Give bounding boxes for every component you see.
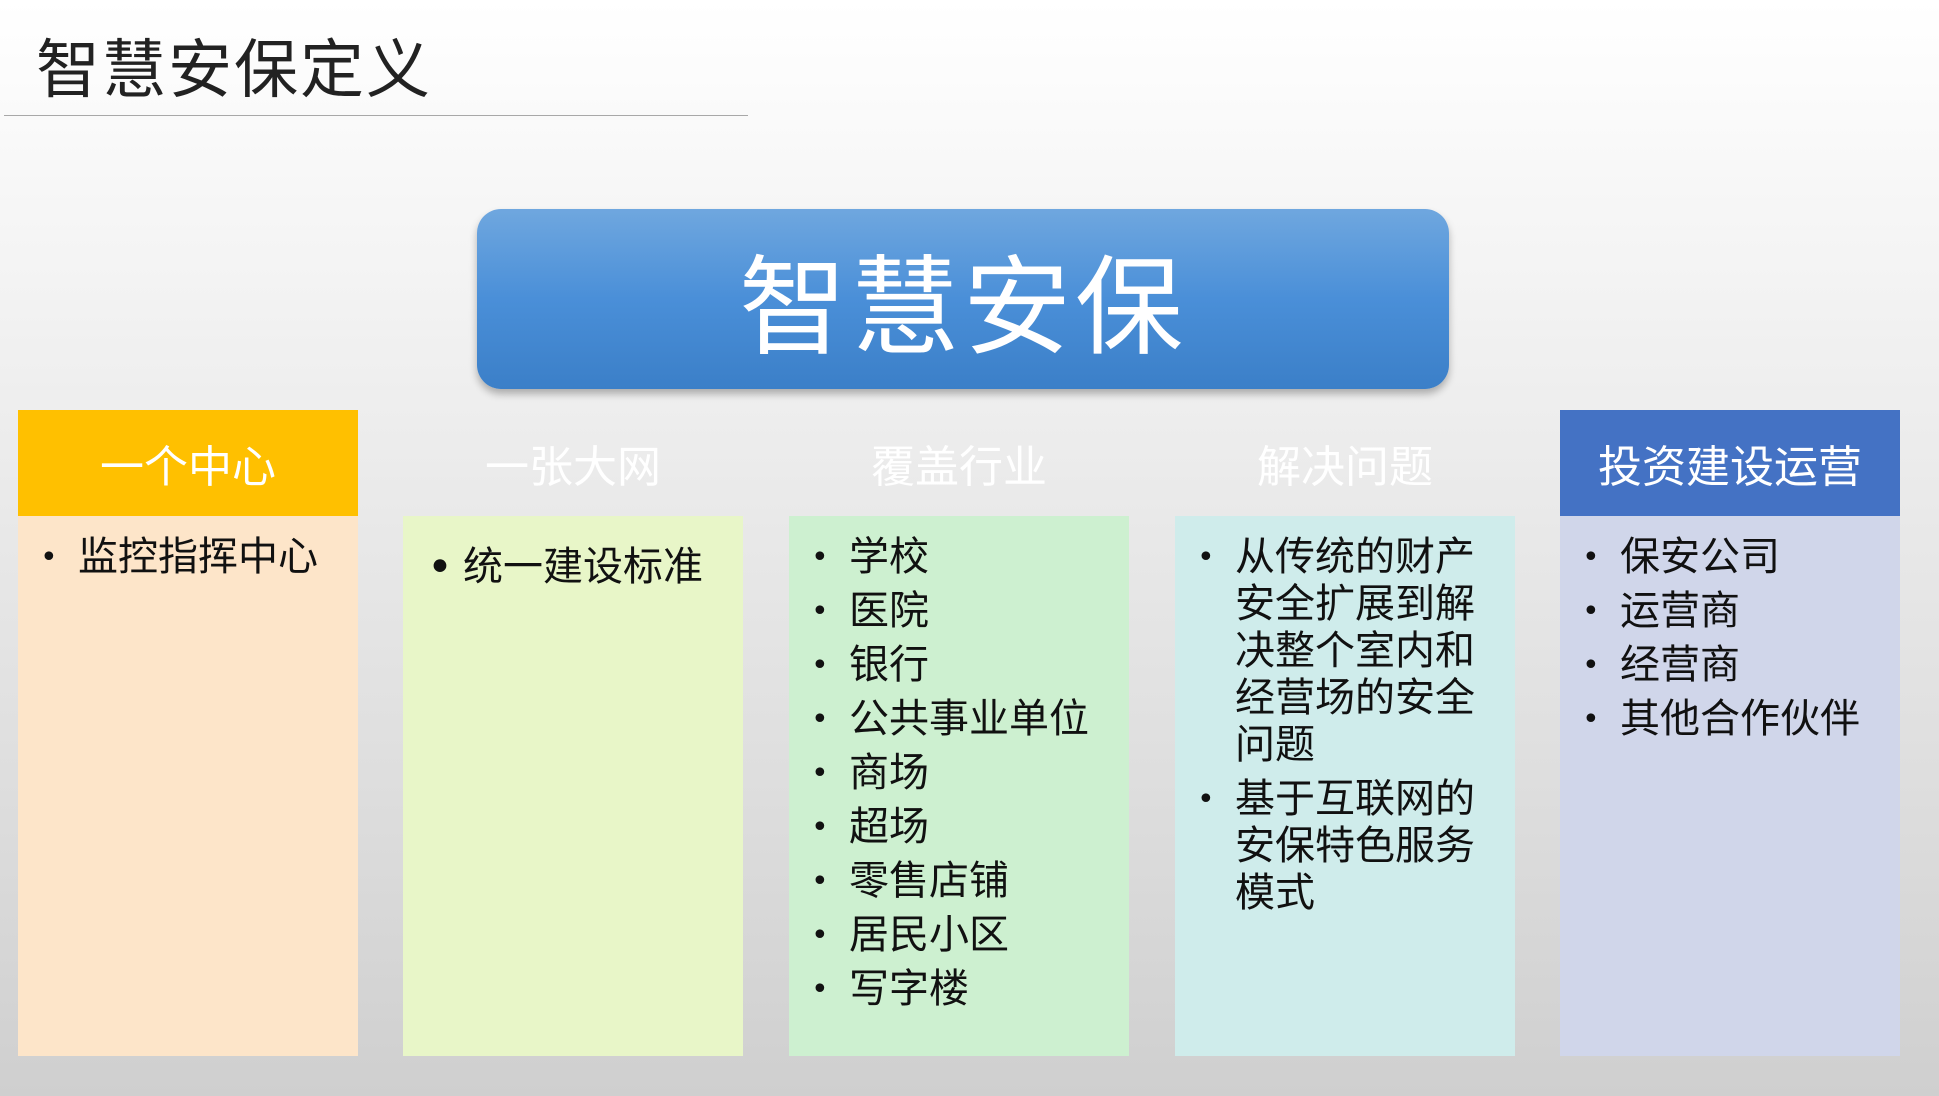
- column-list: 统一建设标准: [421, 544, 733, 591]
- column-investment-operation: 投资建设运营 保安公司 运营商 经营商 其他合作伙伴: [1560, 410, 1900, 1056]
- column-one-center: 一个中心 监控指挥中心: [18, 410, 358, 1056]
- list-item: 超场: [807, 804, 1119, 851]
- list-item: 银行: [807, 642, 1119, 689]
- list-item: 零售店铺: [807, 858, 1119, 905]
- column-header: 覆盖行业: [871, 442, 1047, 493]
- list-item: 写字楼: [807, 966, 1119, 1013]
- list-item: 其他合作伙伴: [1578, 696, 1890, 743]
- column-problems-solved: 解决问题 从传统的财产安全扩展到解决整个室内和经营场的安全问题 基于互联网的安保…: [1175, 410, 1515, 1056]
- column-body: 保安公司 运营商 经营商 其他合作伙伴: [1560, 516, 1900, 1056]
- column-body: 学校 医院 银行 公共事业单位 商场 超场 零售店铺 居民小区 写字楼: [789, 516, 1129, 1056]
- list-item: 居民小区: [807, 912, 1119, 959]
- list-item: 商场: [807, 750, 1119, 797]
- list-item: 医院: [807, 588, 1119, 635]
- column-list: 从传统的财产安全扩展到解决整个室内和经营场的安全问题 基于互联网的安保特色服务模…: [1193, 534, 1505, 917]
- column-body: 统一建设标准: [403, 516, 743, 1056]
- list-item: 经营商: [1578, 642, 1890, 689]
- column-body: 监控指挥中心: [18, 516, 358, 1056]
- column-body: 从传统的财产安全扩展到解决整个室内和经营场的安全问题 基于互联网的安保特色服务模…: [1175, 516, 1515, 1056]
- list-item: 从传统的财产安全扩展到解决整个室内和经营场的安全问题: [1193, 534, 1505, 769]
- list-item: 公共事业单位: [807, 696, 1119, 743]
- column-header: 解决问题: [1257, 442, 1433, 493]
- column-one-network: 一张大网 统一建设标准: [403, 410, 743, 1056]
- main-concept-box: 智慧安保: [477, 209, 1449, 389]
- column-header: 一个中心: [18, 410, 358, 516]
- list-item: 统一建设标准: [421, 544, 733, 591]
- list-item: 保安公司: [1578, 534, 1890, 581]
- column-list: 保安公司 运营商 经营商 其他合作伙伴: [1578, 534, 1890, 743]
- list-item: 监控指挥中心: [36, 534, 348, 581]
- list-item: 基于互联网的安保特色服务模式: [1193, 776, 1505, 917]
- column-header: 投资建设运营: [1560, 410, 1900, 516]
- column-list: 监控指挥中心: [36, 534, 348, 581]
- column-header: 一张大网: [485, 442, 661, 493]
- column-industries: 覆盖行业 学校 医院 银行 公共事业单位 商场 超场 零售店铺 居民小区 写字楼: [789, 410, 1129, 1056]
- main-concept-label: 智慧安保: [738, 246, 1187, 371]
- slide-title: 智慧安保定义: [36, 34, 432, 108]
- list-item: 学校: [807, 534, 1119, 581]
- column-list: 学校 医院 银行 公共事业单位 商场 超场 零售店铺 居民小区 写字楼: [807, 534, 1119, 1013]
- list-item: 运营商: [1578, 588, 1890, 635]
- title-divider: [4, 115, 748, 116]
